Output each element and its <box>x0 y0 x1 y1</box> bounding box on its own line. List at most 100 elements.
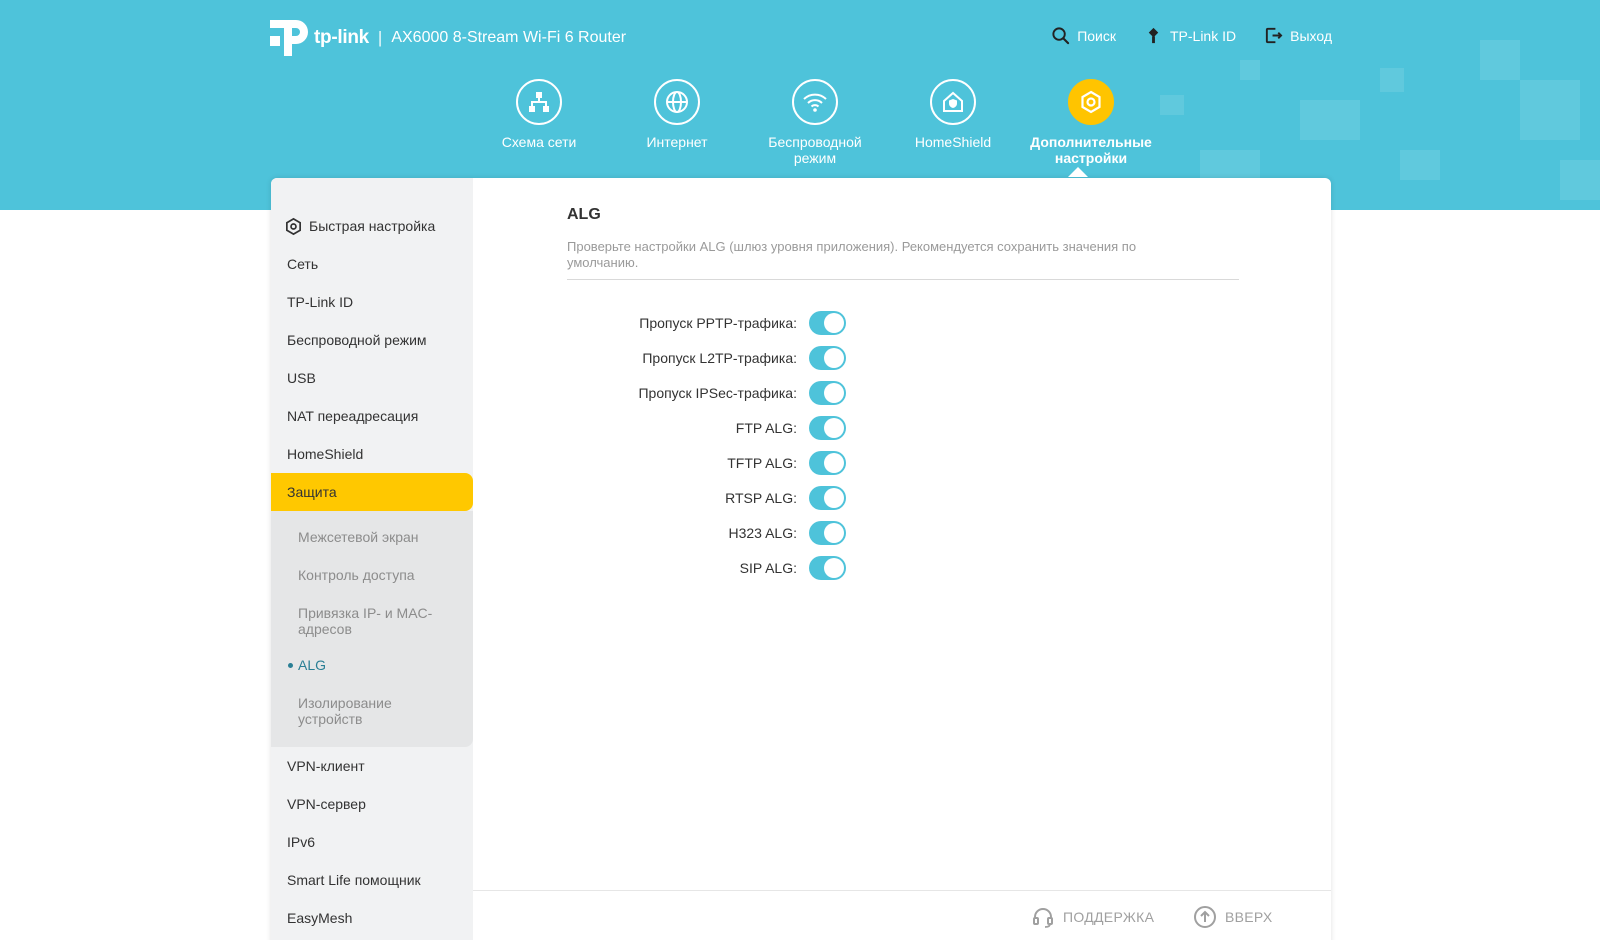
pptp-passthrough-toggle[interactable] <box>809 311 846 335</box>
sidebar-item-homeshield[interactable]: HomeShield <box>271 435 473 473</box>
top-bar: tp-link | AX6000 8-Stream Wi-Fi 6 Router… <box>270 18 1332 62</box>
toggle-label: Пропуск L2TP-трафика: <box>642 350 797 366</box>
nav-advanced[interactable]: Дополнительные настройки <box>1022 79 1160 166</box>
nav-network-map[interactable]: Схема сети <box>470 79 608 166</box>
quick-setup-gear-icon <box>285 217 302 235</box>
back-to-top-label: ВВЕРХ <box>1225 909 1273 925</box>
globe-icon <box>654 79 700 125</box>
subitem-label: ALG <box>298 657 327 673</box>
wifi-icon <box>792 79 838 125</box>
sidebar-item-ipv6[interactable]: IPv6 <box>271 823 473 861</box>
subitem-alg[interactable]: ALG <box>271 647 473 685</box>
toggle-label: TFTP ALG: <box>727 455 797 471</box>
search-icon <box>1052 27 1070 45</box>
sidebar-item-vpn-client[interactable]: VPN-клиент <box>271 747 473 785</box>
sidebar-item-label: NAT переадресация <box>287 408 419 424</box>
sidebar-item-label: Защита <box>287 484 337 500</box>
sidebar-item-network[interactable]: Сеть <box>271 245 473 283</box>
tplink-id-link-label: TP-Link ID <box>1169 27 1237 44</box>
sidebar-item-label: USB <box>287 370 316 386</box>
tplink-logo-icon <box>270 20 308 56</box>
settings-card: Быстрая настройка Сеть TP-Link ID Беспро… <box>271 178 1331 940</box>
footer-bar: ПОДДЕРЖКА ВВЕРХ <box>473 890 1331 940</box>
sidebar-item-vpn-server[interactable]: VPN-сервер <box>271 785 473 823</box>
toggle-label: FTP ALG: <box>735 420 797 436</box>
search-link[interactable]: Поиск <box>1051 26 1116 45</box>
nav-advanced-label: Дополнительные настройки <box>1030 134 1152 166</box>
subitem-access-control[interactable]: Контроль доступа <box>271 557 473 595</box>
subitem-label: Межсетевой экран <box>298 529 419 545</box>
h323-alg-toggle[interactable] <box>809 521 846 545</box>
sidebar-item-smart-life[interactable]: Smart Life помощник <box>271 861 473 899</box>
back-to-top-link[interactable]: ВВЕРХ <box>1193 905 1273 929</box>
nav-homeshield[interactable]: HomeShield <box>884 79 1022 166</box>
logo-separator: | <box>377 28 383 47</box>
toggle-label: RTSP ALG: <box>725 490 797 506</box>
toggle-row: RTSP ALG: <box>473 480 873 516</box>
sidebar-item-label: EasyMesh <box>287 910 353 926</box>
subitem-label: Изолирование устройств <box>298 695 392 727</box>
sidebar-item-easymesh[interactable]: EasyMesh <box>271 899 473 937</box>
toggle-row: FTP ALG: <box>473 410 873 446</box>
ipsec-passthrough-toggle[interactable] <box>809 381 846 405</box>
tplink-id-link[interactable]: TP-Link ID <box>1144 26 1236 45</box>
sidebar-item-label: TP-Link ID <box>287 294 354 310</box>
sidebar-item-tplink-id[interactable]: TP-Link ID <box>271 283 473 321</box>
nav-network-map-label: Схема сети <box>501 134 577 150</box>
toggle-row: Пропуск PPTP-трафика: <box>473 305 873 341</box>
logo-text: tp-link <box>314 27 369 48</box>
toggle-row: TFTP ALG: <box>473 445 873 481</box>
sidebar-item-quick-setup[interactable]: Быстрая настройка <box>271 207 473 245</box>
sidebar-item-label: HomeShield <box>287 446 364 462</box>
subitem-device-isolation[interactable]: Изолирование устройств <box>271 685 473 737</box>
sidebar-item-wireless[interactable]: Беспроводной режим <box>271 321 473 359</box>
headset-icon <box>1033 908 1053 928</box>
tplink-id-icon <box>1148 27 1159 44</box>
toggle-row: SIP ALG: <box>473 550 873 586</box>
sidebar-item-usb[interactable]: USB <box>271 359 473 397</box>
arrow-up-circle-icon <box>1194 906 1216 928</box>
brand: tp-link | AX6000 8-Stream Wi-Fi 6 Router <box>270 18 626 58</box>
nav-homeshield-label: HomeShield <box>914 134 992 150</box>
network-map-icon <box>516 79 562 125</box>
search-link-label: Поиск <box>1077 27 1116 44</box>
divider <box>567 279 1239 280</box>
sidebar-item-label: IPv6 <box>287 834 316 850</box>
nav-wireless[interactable]: Беспроводной режим <box>746 79 884 166</box>
homeshield-icon <box>930 79 976 125</box>
sip-alg-toggle[interactable] <box>809 556 846 580</box>
ftp-alg-toggle[interactable] <box>809 416 846 440</box>
sidebar-item-label: VPN-сервер <box>287 796 366 812</box>
subitem-ip-mac-binding[interactable]: Привязка IP- и MAC-адресов <box>271 595 473 647</box>
sidebar-item-security[interactable]: Защита <box>271 473 473 511</box>
top-links: Поиск TP-Link ID Выход <box>1051 26 1332 45</box>
sidebar-item-nat[interactable]: NAT переадресация <box>271 397 473 435</box>
toggle-row: H323 ALG: <box>473 515 873 551</box>
toggle-row: Пропуск IPSec-трафика: <box>473 375 873 411</box>
toggle-label: SIP ALG: <box>739 560 797 576</box>
sidebar-item-label: Сеть <box>287 256 319 272</box>
logout-link[interactable]: Выход <box>1264 26 1332 45</box>
tftp-alg-toggle[interactable] <box>809 451 846 475</box>
toggle-row: Пропуск L2TP-трафика: <box>473 340 873 376</box>
toggle-label: Пропуск IPSec-трафика: <box>638 385 797 401</box>
gear-icon <box>1068 79 1114 125</box>
section-description: Проверьте настройки ALG (шлюз уровня при… <box>567 239 1137 270</box>
support-link[interactable]: ПОДДЕРЖКА <box>1031 905 1154 929</box>
sidebar-item-label: VPN-клиент <box>287 758 365 774</box>
nav-internet[interactable]: Интернет <box>608 79 746 166</box>
subitem-label: Привязка IP- и MAC-адресов <box>298 605 433 637</box>
l2tp-passthrough-toggle[interactable] <box>809 346 846 370</box>
content-panel: ALG Проверьте настройки ALG (шлюз уровня… <box>473 178 1331 940</box>
subitem-firewall[interactable]: Межсетевой экран <box>271 519 473 557</box>
logout-icon <box>1266 27 1283 44</box>
rtsp-alg-toggle[interactable] <box>809 486 846 510</box>
toggle-label: Пропуск PPTP-трафика: <box>639 315 797 331</box>
product-name: AX6000 8-Stream Wi-Fi 6 Router <box>391 29 627 46</box>
security-submenu: Межсетевой экран Контроль доступа Привяз… <box>271 511 473 747</box>
section-title: ALG <box>567 206 601 223</box>
logout-link-label: Выход <box>1290 27 1332 44</box>
subitem-label: Контроль доступа <box>298 567 415 583</box>
nav-wireless-label: Беспроводной режим <box>768 134 862 166</box>
sidebar: Быстрая настройка Сеть TP-Link ID Беспро… <box>271 178 473 940</box>
